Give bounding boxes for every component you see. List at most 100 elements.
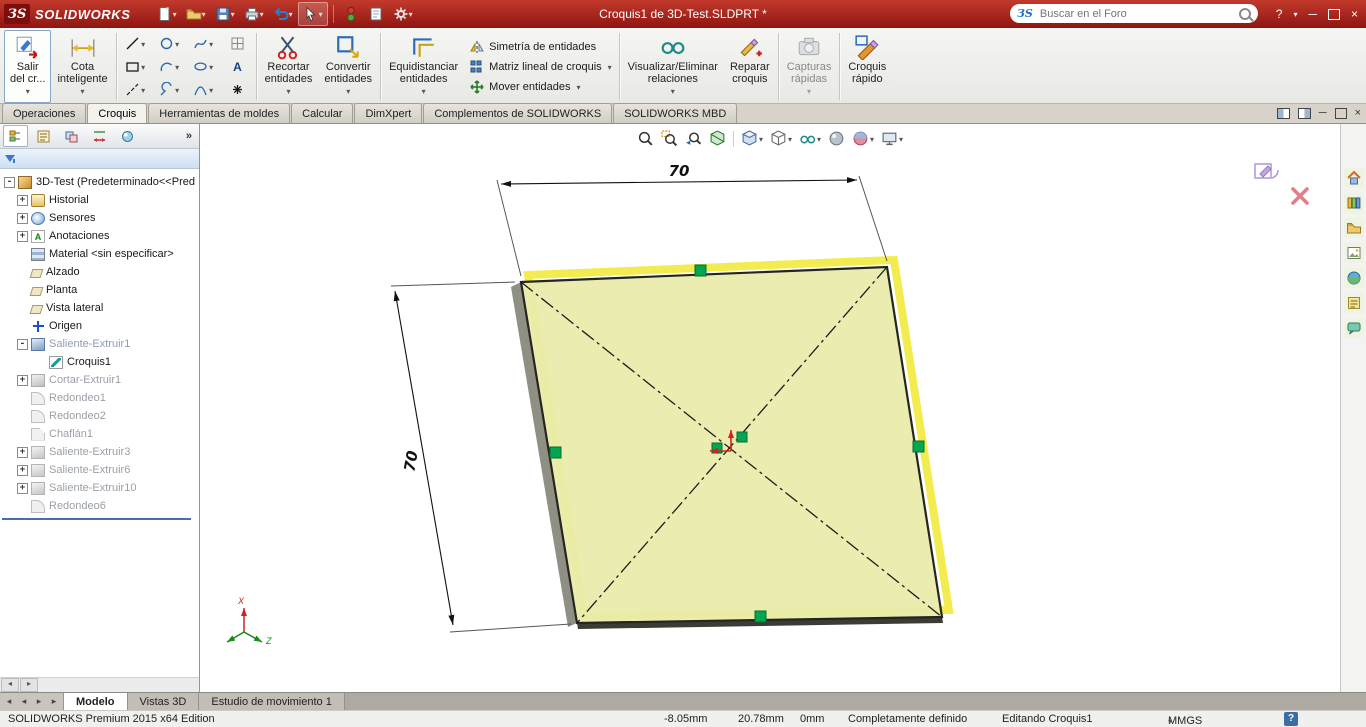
ellipse-tool-button[interactable]	[187, 55, 220, 78]
dropdown-arrow-icon[interactable]	[409, 8, 413, 20]
dropdown-arrow-icon[interactable]	[319, 8, 323, 20]
scroll-left-button[interactable]: ◂	[1, 678, 19, 692]
tab-estudio-de-movimiento[interactable]: Estudio de movimiento 1	[199, 693, 345, 710]
window-pane-left-icon[interactable]	[1276, 107, 1290, 119]
tab-croquis[interactable]: Croquis	[87, 103, 148, 123]
expander-icon[interactable]: -	[17, 338, 28, 350]
dropdown-arrow-icon[interactable]	[209, 61, 213, 73]
tab-complementos[interactable]: Complementos de SOLIDWORKS	[423, 103, 613, 123]
forum-icon[interactable]	[1343, 318, 1364, 338]
tree-item-redondeo6[interactable]: Redondeo6	[0, 497, 199, 515]
next-tab-button[interactable]: ▸	[33, 696, 45, 707]
dropdown-arrow-icon[interactable]	[141, 38, 145, 50]
mirror-entities-button[interactable]: Simetría de entidades	[466, 38, 615, 56]
zoom-to-fit-button[interactable]	[635, 129, 656, 148]
dropdown-arrow-icon[interactable]	[209, 84, 213, 96]
expander-icon[interactable]: +	[17, 212, 28, 224]
undo-button[interactable]	[269, 3, 297, 25]
print-button[interactable]	[240, 3, 268, 25]
expander-icon[interactable]: +	[17, 194, 28, 206]
design-library-icon[interactable]	[1343, 193, 1364, 213]
section-view-button[interactable]	[707, 129, 728, 148]
dropdown-arrow-icon[interactable]	[141, 61, 145, 73]
view-orientation-button[interactable]	[739, 129, 765, 148]
tree-item-3d-test[interactable]: - 3D-Test (Predeterminado<<Pred	[0, 173, 199, 191]
save-button[interactable]	[211, 3, 239, 25]
close-window-button[interactable]: ×	[1351, 7, 1358, 21]
centerline-tool-button[interactable]	[119, 78, 152, 101]
tab-solidworks-mbd[interactable]: SOLIDWORKS MBD	[613, 103, 738, 123]
dropdown-arrow-icon[interactable]	[81, 85, 85, 98]
tab-operaciones[interactable]: Operaciones	[2, 103, 87, 123]
tree-item-cortar-extruir1[interactable]: + Cortar-Extruir1	[0, 371, 199, 389]
tree-item-saliente-extruir6[interactable]: + Saliente-Extruir6	[0, 461, 199, 479]
tree-item-croquis1[interactable]: Croquis1	[0, 353, 199, 371]
rebuild-button[interactable]	[339, 3, 363, 25]
quick-snaps-button[interactable]: Capturas rápidas	[781, 30, 838, 103]
expander-icon[interactable]: +	[17, 464, 28, 476]
tree-item-planta[interactable]: Planta	[0, 281, 199, 299]
quick-tips-help-button[interactable]: ?	[1284, 712, 1298, 726]
dropdown-arrow-icon[interactable]	[26, 85, 30, 98]
last-tab-button[interactable]: ▸	[48, 696, 60, 707]
rapid-sketch-button[interactable]: Croquis rápido	[842, 30, 892, 103]
tree-item-historial[interactable]: + Historial	[0, 191, 199, 209]
expander-icon[interactable]: +	[17, 230, 28, 242]
expander-icon[interactable]: +	[17, 446, 28, 458]
viewport-canvas[interactable]: 70 70 X Z	[200, 124, 1340, 692]
offset-entities-button[interactable]: Equidistanciar entidades	[383, 30, 464, 103]
exit-sketch-button[interactable]: Salir del cr...	[4, 30, 52, 103]
zoom-previous-button[interactable]	[683, 129, 704, 148]
restore-doc-button[interactable]	[1334, 107, 1347, 119]
dropdown-arrow-icon[interactable]	[286, 85, 290, 98]
trim-entities-button[interactable]: Recortar entidades	[259, 30, 319, 103]
line-tool-button[interactable]	[119, 32, 152, 55]
tree-item-redondeo2[interactable]: Redondeo2	[0, 407, 199, 425]
point-tool-button[interactable]	[221, 78, 254, 101]
text-tool-button[interactable]: A	[221, 55, 254, 78]
tab-dimxpert[interactable]: DimXpert	[354, 103, 423, 123]
prev-tab-button[interactable]: ◂	[18, 696, 30, 707]
options-gear-button[interactable]	[389, 3, 417, 25]
convert-entities-button[interactable]: Convertir entidades	[318, 30, 378, 103]
file-explorer-icon[interactable]	[1343, 218, 1364, 238]
dropdown-arrow-icon[interactable]	[209, 38, 213, 50]
conic-tool-button[interactable]	[187, 78, 220, 101]
open-document-button[interactable]	[182, 3, 210, 25]
expander-icon[interactable]: +	[17, 482, 28, 494]
minimize-window-button[interactable]: ─	[1308, 7, 1317, 21]
cancel-sketch-button[interactable]	[1290, 186, 1310, 209]
spline-tool-button[interactable]	[187, 32, 220, 55]
tree-item-alzado[interactable]: Alzado	[0, 263, 199, 281]
zoom-to-area-button[interactable]	[659, 129, 680, 148]
dropdown-arrow-icon[interactable]	[175, 61, 179, 73]
help-button[interactable]: ?	[1276, 7, 1283, 21]
dropdown-arrow-icon[interactable]	[231, 8, 235, 20]
dropdown-arrow-icon[interactable]	[817, 133, 821, 145]
dropdown-arrow-icon[interactable]	[260, 8, 264, 20]
view-palette-icon[interactable]	[1343, 243, 1364, 263]
restore-window-button[interactable]	[1327, 8, 1340, 20]
tree-item-redondeo1[interactable]: Redondeo1	[0, 389, 199, 407]
dropdown-arrow-icon[interactable]	[1168, 715, 1172, 727]
tree-item-anotaciones[interactable]: + Anotaciones	[0, 227, 199, 245]
arc-tool-button[interactable]	[153, 55, 186, 78]
tree-horizontal-scrollbar[interactable]: ◂ ▸	[0, 677, 199, 692]
dropdown-arrow-icon[interactable]	[175, 38, 179, 50]
tab-herramientas-de-moldes[interactable]: Herramientas de moldes	[148, 103, 291, 123]
tree-item-sensores[interactable]: + Sensores	[0, 209, 199, 227]
dropdown-arrow-icon[interactable]	[807, 85, 811, 98]
circle-tool-button[interactable]	[153, 32, 186, 55]
tree-filter-bar[interactable]	[0, 149, 199, 169]
tab-calcular[interactable]: Calcular	[291, 103, 354, 123]
rollback-bar[interactable]	[2, 518, 191, 520]
tab-modelo[interactable]: Modelo	[64, 693, 128, 710]
forum-search-box[interactable]: ЗS	[1010, 4, 1258, 23]
dropdown-arrow-icon[interactable]	[870, 133, 874, 145]
property-manager-tab[interactable]	[31, 125, 56, 147]
appearances-icon[interactable]	[1343, 268, 1364, 288]
window-pane-right-icon[interactable]	[1297, 107, 1311, 119]
tab-vistas-3d[interactable]: Vistas 3D	[127, 693, 200, 710]
tangent-arc-tool-button[interactable]	[153, 78, 186, 101]
dimxpert-manager-tab[interactable]	[87, 125, 112, 147]
